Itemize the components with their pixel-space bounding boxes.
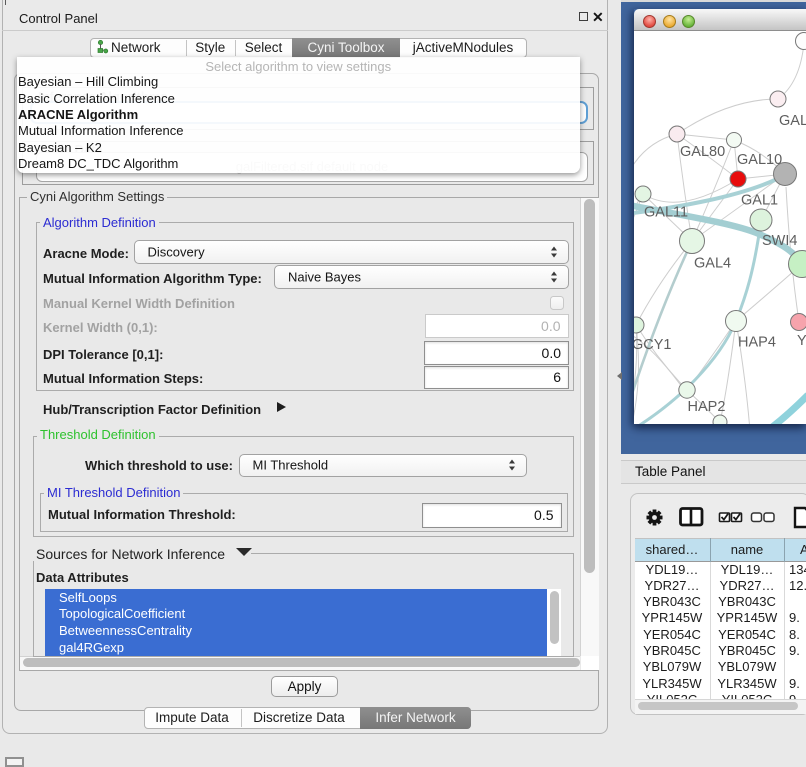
svg-text:SWI4: SWI4 (762, 233, 797, 249)
svg-text:GAL11: GAL11 (644, 205, 688, 221)
svg-text:GAL10: GAL10 (737, 152, 782, 168)
svg-text:GAL7: GAL7 (779, 113, 806, 129)
svg-text:GAL4: GAL4 (694, 256, 731, 272)
svg-text:GCY1: GCY1 (634, 337, 672, 353)
svg-text:GAL80: GAL80 (680, 144, 725, 160)
svg-text:GAL1: GAL1 (741, 193, 778, 209)
svg-text:HAP4: HAP4 (738, 335, 776, 351)
svg-text:YM: YM (797, 333, 806, 349)
svg-text:HAP2: HAP2 (688, 399, 726, 415)
